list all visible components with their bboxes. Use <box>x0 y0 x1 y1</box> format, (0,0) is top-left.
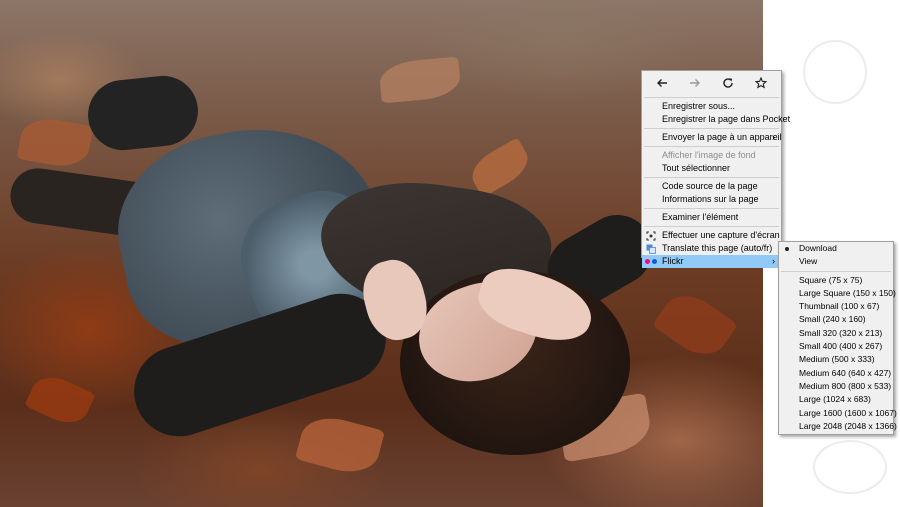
menu-item-view-source[interactable]: Code source de la page <box>642 180 781 193</box>
selected-radio-icon <box>785 247 789 251</box>
menu-separator <box>644 226 779 227</box>
size-option[interactable]: Medium (500 x 333) <box>779 353 893 366</box>
size-option[interactable]: Large Square (150 x 150) <box>779 287 896 300</box>
menu-item-label: Square (75 x 75) <box>799 274 863 285</box>
reload-button[interactable] <box>717 72 739 94</box>
menu-item-label: Large 2048 (2048 x 1366) <box>799 420 897 431</box>
flickr-submenu: Download View Square (75 x 75) Large Squ… <box>778 241 897 435</box>
menu-item-select-all[interactable]: Tout sélectionner <box>642 162 781 175</box>
menu-item-label: Medium (500 x 333) <box>799 354 875 365</box>
submenu-arrow-icon: › <box>772 256 775 266</box>
leaf <box>378 56 462 104</box>
size-option[interactable]: Thumbnail (100 x 67) <box>779 300 893 313</box>
size-option[interactable]: Square (75 x 75) <box>779 274 893 287</box>
menu-item-flickr[interactable]: Flickr › <box>642 255 781 268</box>
bookmark-button[interactable] <box>750 72 772 94</box>
menu-item-label: Enregistrer sous... <box>662 101 736 111</box>
leaf <box>16 114 94 171</box>
leaf <box>294 410 386 480</box>
menu-separator <box>644 208 779 209</box>
menu-item-label: View <box>799 256 818 267</box>
menu-item-label: Large Square (150 x 150) <box>799 287 896 298</box>
faint-decoration <box>803 40 867 104</box>
menu-item-label: Examiner l'élément <box>662 212 739 222</box>
forward-icon <box>690 79 701 87</box>
menu-item-label: Flickr <box>662 256 684 266</box>
menu-item-label: Large (1024 x 683) <box>799 394 871 405</box>
flickr-dot-pink <box>645 259 650 264</box>
flickr-icon <box>645 259 657 264</box>
size-option[interactable]: Medium 800 (800 x 533) <box>779 380 893 393</box>
faint-decoration <box>813 440 887 494</box>
menu-item-save-as[interactable]: Enregistrer sous... <box>642 100 781 113</box>
menu-separator <box>781 270 891 272</box>
menu-item-page-info[interactable]: Informations sur la page <box>642 193 781 206</box>
size-option[interactable]: Large (1024 x 683) <box>779 393 893 406</box>
leg <box>84 72 202 154</box>
forward-button[interactable] <box>684 72 706 94</box>
reload-icon <box>723 78 733 88</box>
menu-item-label: Medium 800 (800 x 533) <box>799 380 892 391</box>
submenu-item-view[interactable]: View <box>779 255 893 268</box>
navigation-row <box>642 71 781 95</box>
submenu-item-download[interactable]: Download <box>779 242 893 255</box>
translate-icon <box>645 242 657 255</box>
leaf <box>24 369 96 431</box>
menu-item-save-to-pocket[interactable]: Enregistrer la page dans Pocket <box>642 113 790 126</box>
leaf <box>651 284 739 366</box>
menu-item-label: Thumbnail (100 x 67) <box>799 301 880 312</box>
menu-item-send-to-device[interactable]: Envoyer la page à un appareil › <box>642 131 782 144</box>
menu-item-label: Tout sélectionner <box>662 163 731 173</box>
menu-separator <box>644 97 779 98</box>
menu-item-label: Small 320 (320 x 213) <box>799 327 883 338</box>
menu-separator <box>644 177 779 178</box>
back-button[interactable] <box>651 72 673 94</box>
size-option[interactable]: Small 400 (400 x 267) <box>779 340 893 353</box>
menu-item-label: Informations sur la page <box>662 194 759 204</box>
context-menu: Enregistrer sous... Enregistrer la page … <box>641 70 790 268</box>
menu-item-label: Large 1600 (1600 x 1067) <box>799 407 897 418</box>
menu-item-translate[interactable]: Translate this page (auto/fr) <box>642 242 781 255</box>
menu-item-inspect[interactable]: Examiner l'élément <box>642 211 781 224</box>
menu-item-screenshot[interactable]: Effectuer une capture d'écran <box>642 229 781 242</box>
screenshot-icon <box>645 229 657 242</box>
menu-item-label: Enregistrer la page dans Pocket <box>662 114 791 124</box>
menu-item-label: Afficher l'image de fond <box>662 150 756 160</box>
size-option[interactable]: Large 1600 (1600 x 1067) <box>779 407 897 420</box>
submenu-arrow-icon: › <box>772 132 775 142</box>
back-icon <box>657 79 668 87</box>
menu-item-view-background-image: Afficher l'image de fond <box>642 149 781 162</box>
menu-item-label: Effectuer une capture d'écran <box>662 230 780 240</box>
menu-separator <box>644 146 779 147</box>
size-option[interactable]: Small 320 (320 x 213) <box>779 327 893 340</box>
menu-item-label: Envoyer la page à un appareil <box>662 132 782 142</box>
size-option[interactable]: Large 2048 (2048 x 1366) <box>779 420 897 433</box>
menu-item-label: Small (240 x 160) <box>799 314 866 325</box>
leaf <box>465 137 535 198</box>
menu-item-label: Small 400 (400 x 267) <box>799 341 883 352</box>
menu-item-label: Medium 640 (640 x 427) <box>799 367 892 378</box>
size-option[interactable]: Small (240 x 160) <box>779 313 893 326</box>
size-option[interactable]: Medium 640 (640 x 427) <box>779 367 893 380</box>
menu-item-label: Code source de la page <box>662 181 758 191</box>
star-icon <box>754 77 767 89</box>
flickr-dot-blue <box>652 259 657 264</box>
menu-item-label: Download <box>799 243 837 253</box>
menu-item-label: Translate this page (auto/fr) <box>662 243 773 253</box>
menu-separator <box>644 128 779 129</box>
